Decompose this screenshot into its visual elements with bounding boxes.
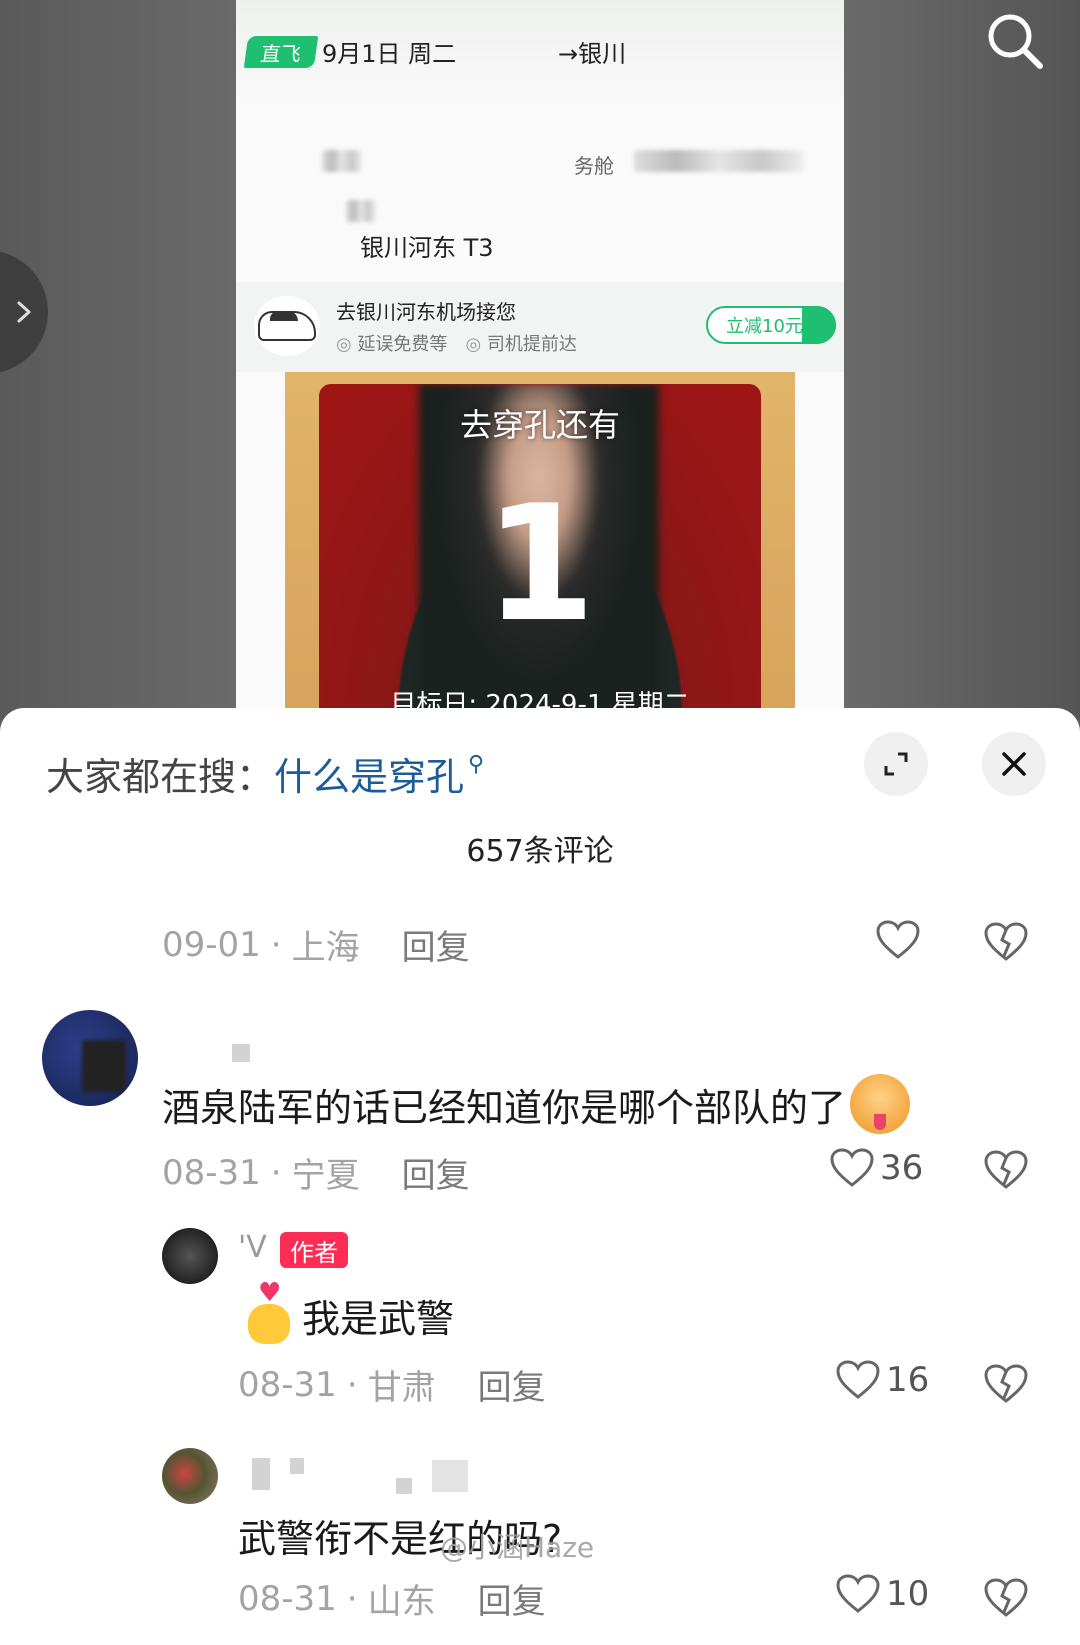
- comment-meta: 09-01 · 上海 回复: [162, 920, 470, 969]
- comment-location: 宁夏: [291, 1156, 360, 1196]
- broken-heart-icon[interactable]: [984, 1150, 1028, 1194]
- blurred-text: [346, 200, 376, 222]
- search-suggestion-prefix: 大家都在搜：: [46, 755, 275, 799]
- pickup-tag: 延误免费等: [336, 330, 447, 356]
- comment-meta: 08-31 · 宁夏 回复: [162, 1148, 470, 1197]
- search-small-icon: ⚲: [468, 752, 485, 777]
- broken-heart-icon[interactable]: [984, 1578, 1028, 1622]
- like-count: 10: [886, 1574, 930, 1614]
- comment-meta: 08-31 · 甘肃 回复: [238, 1360, 546, 1409]
- heart-icon: [876, 920, 920, 959]
- countdown-number: 1: [484, 470, 596, 657]
- direct-flight-badge: 直飞: [243, 36, 319, 68]
- like-button[interactable]: 36: [830, 1148, 923, 1188]
- comment-body: 我是武警: [302, 1296, 455, 1341]
- flight-route: →银川: [558, 40, 627, 68]
- comment-body: 酒泉陆军的话已经知道你是哪个部队的了: [162, 1085, 847, 1130]
- broken-heart-icon[interactable]: [984, 922, 1028, 966]
- comment-text: 酒泉陆军的话已经知道你是哪个部队的了: [162, 1074, 911, 1134]
- avatar[interactable]: [162, 1228, 218, 1284]
- comment-location: 甘肃: [367, 1368, 436, 1408]
- meta-separator: ·: [270, 1152, 282, 1193]
- comment-count: 657条评论: [466, 834, 614, 869]
- comments-sheet: 大家都在搜： 什么是穿孔 ⚲ 657条评论 09-01 · 上海 回复 酒泉陆军…: [0, 708, 1080, 1645]
- comment-text: 我是武警: [246, 1278, 455, 1346]
- reply-button[interactable]: 回复: [478, 1360, 546, 1409]
- reply-button[interactable]: 回复: [478, 1574, 546, 1623]
- pickup-service-row: 去银川河东机场接您 延误免费等 司机提前达 立减10元: [236, 282, 844, 372]
- like-button[interactable]: [876, 920, 926, 960]
- heart-icon: [836, 1574, 880, 1613]
- like-button[interactable]: 16: [836, 1360, 929, 1400]
- reply-button[interactable]: 回复: [402, 920, 470, 969]
- video-player[interactable]: 直飞 9月1日 周二 →银川 务舱 银川河东 T3 去银川河东机场接您 延误免费…: [0, 0, 1080, 720]
- blurred-text: [634, 150, 804, 172]
- search-suggestion[interactable]: 大家都在搜： 什么是穿孔 ⚲: [46, 746, 484, 801]
- blurred-text: [322, 150, 362, 172]
- search-icon[interactable]: [982, 8, 1046, 72]
- watermark: @小涵Haze: [440, 1531, 595, 1564]
- avatar[interactable]: [162, 1448, 218, 1504]
- pickup-tag: 司机提前达: [465, 330, 577, 356]
- comment-location: 山东: [367, 1582, 436, 1622]
- avatar[interactable]: [42, 1010, 138, 1106]
- heart-icon: [830, 1148, 874, 1187]
- finger-heart-emoji-icon: [246, 1278, 292, 1346]
- broken-heart-icon[interactable]: [984, 1364, 1028, 1408]
- car-icon: [254, 296, 320, 356]
- expand-icon[interactable]: [864, 732, 928, 796]
- comment-location: 上海: [291, 928, 360, 968]
- like-count: 16: [886, 1360, 930, 1400]
- countdown-label: 去穿孔还有: [459, 406, 620, 444]
- pickup-tags: 延误免费等 司机提前达: [336, 330, 577, 356]
- flight-date: 9月1日 周二: [322, 40, 457, 68]
- comment-date: 08-31: [238, 1578, 337, 1619]
- like-button[interactable]: 10: [836, 1574, 929, 1614]
- meta-separator: ·: [270, 924, 282, 965]
- promo-pill: 立减10元: [706, 306, 836, 344]
- close-icon[interactable]: [982, 732, 1046, 796]
- username-blurred: [396, 1478, 412, 1494]
- author-badge: 作者: [280, 1232, 348, 1268]
- username-blurred: [432, 1460, 468, 1492]
- username-blurred: [252, 1458, 270, 1490]
- comment-meta: 08-31 · 山东 回复: [238, 1574, 546, 1623]
- chevron-right-icon[interactable]: [0, 250, 48, 374]
- like-count: 36: [880, 1148, 924, 1188]
- comment-date: 08-31: [162, 1152, 261, 1193]
- username-blurred: [232, 1044, 250, 1062]
- heart-icon: [836, 1360, 880, 1399]
- meta-separator: ·: [346, 1364, 358, 1405]
- screenshot-content: 直飞 9月1日 周二 →银川 务舱 银川河东 T3 去银川河东机场接您 延误免费…: [236, 0, 844, 720]
- comment-date: 08-31: [238, 1364, 337, 1405]
- countdown-photo: 去穿孔还有 1 目标日: 2024-9-1 星期二: [319, 384, 761, 720]
- promo-label: 立减10元: [726, 316, 803, 337]
- airport-name: 银川河东 T3: [360, 234, 494, 262]
- comment-date: 09-01: [162, 924, 261, 965]
- pickup-title: 去银川河东机场接您: [336, 300, 516, 324]
- dog-emoji-icon: [850, 1074, 911, 1134]
- countdown-card: 去穿孔还有 1 目标日: 2024-9-1 星期二: [285, 372, 795, 720]
- username-blurred: [290, 1458, 304, 1474]
- cabin-class: 务舱: [574, 154, 614, 178]
- search-suggestion-link[interactable]: 什么是穿孔: [274, 746, 464, 801]
- meta-separator: ·: [346, 1578, 358, 1619]
- author-name[interactable]: 'V: [238, 1230, 267, 1265]
- reply-button[interactable]: 回复: [402, 1148, 470, 1197]
